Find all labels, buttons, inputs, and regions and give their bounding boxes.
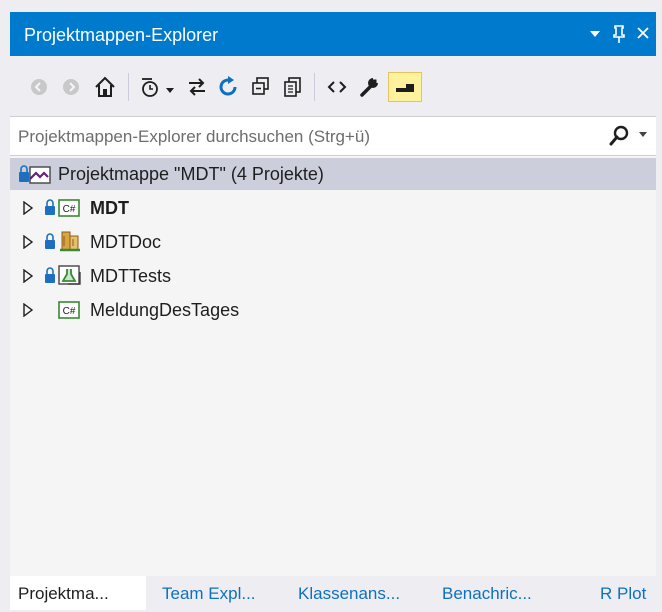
lock-icon xyxy=(44,266,56,291)
csharp-project-icon: C# xyxy=(58,300,80,325)
expand-arrow-icon[interactable] xyxy=(22,302,34,318)
project-label: MeldungDesTages xyxy=(90,300,240,320)
code-view-icon[interactable] xyxy=(324,72,350,102)
search-input[interactable] xyxy=(16,121,600,153)
properties-wrench-icon[interactable] xyxy=(356,72,382,102)
csharp-project-icon: C# xyxy=(58,198,80,223)
expand-arrow-icon[interactable] xyxy=(22,200,34,216)
test-project-icon xyxy=(58,264,84,293)
sync-icon[interactable] xyxy=(184,72,210,102)
project-label: MDT xyxy=(90,198,129,218)
forward-icon[interactable] xyxy=(60,72,82,102)
expand-arrow-icon[interactable] xyxy=(22,268,34,284)
solution-icon xyxy=(18,164,54,191)
toolbar xyxy=(10,56,656,116)
tree-solution-row[interactable]: Projektmappe "MDT" (4 Projekte) xyxy=(10,158,656,190)
tree-project-row-mdttests[interactable]: MDTTests xyxy=(10,260,656,292)
home-icon[interactable] xyxy=(92,72,118,102)
tree-project-row-meldungdestages[interactable]: C# MeldungDesTages xyxy=(10,294,656,326)
project-label: MDTTests xyxy=(90,266,171,286)
lock-icon xyxy=(44,198,56,223)
panel-title: Projektmappen-Explorer xyxy=(24,25,219,45)
svg-text:C#: C# xyxy=(63,306,76,317)
solution-label: Projektmappe "MDT" (4 Projekte) xyxy=(58,164,324,184)
show-all-files-icon[interactable] xyxy=(280,72,306,102)
tab-notifications[interactable]: Benachric... xyxy=(442,576,532,610)
tree-project-row-mdtdoc[interactable]: MDTDoc xyxy=(10,226,656,258)
panel-title-bar[interactable]: Projektmappen-Explorer xyxy=(10,12,656,56)
pin-icon[interactable] xyxy=(608,21,630,47)
tab-class-view[interactable]: Klassenans... xyxy=(298,576,400,610)
tree-project-row-mdt[interactable]: C# MDT xyxy=(10,192,656,224)
tab-solution-explorer[interactable]: Projektma... xyxy=(10,576,146,610)
preview-selected-icon[interactable] xyxy=(388,72,422,102)
search-box xyxy=(10,116,656,156)
expand-arrow-icon[interactable] xyxy=(22,234,34,250)
solution-explorer-panel: Projektmappen-Explorer Projektmappen-Exp… xyxy=(10,12,656,612)
project-label: MDTDoc xyxy=(90,232,161,252)
search-icon[interactable] xyxy=(608,125,630,152)
documentation-project-icon xyxy=(58,230,82,259)
refresh-icon[interactable] xyxy=(216,72,242,102)
search-options-chevron-icon[interactable] xyxy=(638,129,648,144)
tab-team-explorer[interactable]: Team Expl... xyxy=(162,576,256,610)
lock-icon xyxy=(44,232,56,257)
tab-r-plot[interactable]: R Plot xyxy=(600,576,646,610)
pending-changes-icon[interactable] xyxy=(138,72,178,102)
solution-tree: Projektmappe "MDT" (4 Projekte) C# MDT M… xyxy=(10,158,656,576)
svg-text:C#: C# xyxy=(63,204,76,215)
dropdown-arrow-icon[interactable] xyxy=(584,21,606,47)
collapse-all-icon[interactable] xyxy=(248,72,274,102)
back-icon[interactable] xyxy=(28,72,50,102)
bottom-tab-strip: Projektma... Team Expl... Klassenans... … xyxy=(10,576,656,612)
close-icon[interactable] xyxy=(632,21,654,47)
